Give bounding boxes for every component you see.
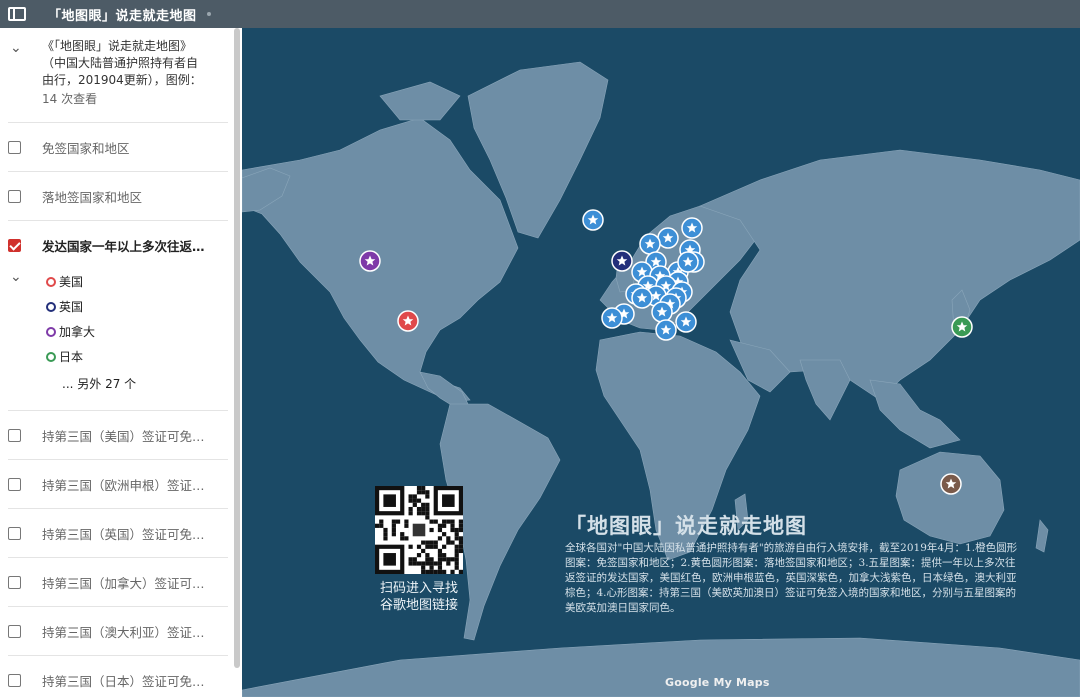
toggle-panel-icon[interactable] — [8, 7, 26, 21]
layer-label: 持第三国（英国）签证可免… — [42, 526, 205, 542]
schengen-star-marker[interactable] — [657, 227, 679, 249]
legend-item-usa[interactable]: 美国 — [0, 269, 242, 294]
layer-checkbox[interactable] — [8, 673, 21, 687]
layer-checkbox[interactable] — [8, 189, 21, 203]
japan-star-marker[interactable] — [951, 316, 973, 338]
canada-star-marker[interactable] — [359, 250, 381, 272]
map-canvas[interactable]: 扫码进入寻找 谷歌地图链接 「地图眼」说走就走地图 全球各国对"中国大陆因私普通… — [242, 28, 1080, 697]
legend-label: 英国 — [59, 300, 84, 314]
schengen-star-marker[interactable] — [639, 233, 661, 255]
description-title: 《「地图眼」说走就走地图》 — [42, 39, 193, 53]
google-my-maps-watermark: Google My Maps — [665, 676, 770, 689]
schengen-star-marker[interactable] — [601, 307, 623, 329]
qr-caption-line-2: 谷歌地图链接 — [379, 598, 458, 613]
layer-label: 持第三国（加拿大）签证可… — [42, 575, 205, 591]
australia-star-marker[interactable] — [940, 473, 962, 495]
legend-item-japan[interactable]: 日本 — [0, 344, 242, 369]
description-line-1: （中国大陆普通护照持有者自 — [42, 56, 199, 70]
schengen-star-marker[interactable] — [651, 301, 673, 323]
layer-label: 免签国家和地区 — [42, 140, 130, 156]
layer-checkbox[interactable] — [8, 140, 21, 154]
layer-visa-on-arrival[interactable]: 落地签国家和地区 — [0, 172, 242, 220]
layer-checkbox[interactable] — [8, 575, 21, 589]
legend-item-uk[interactable]: 英国 — [0, 294, 242, 319]
qr-caption-line-1: 扫码进入寻找 — [379, 581, 458, 596]
purple-circle-icon — [46, 326, 56, 337]
schengen-star-marker[interactable] — [582, 209, 604, 231]
layer-third-country-japan[interactable]: 持第三国（日本）签证可免… — [0, 656, 242, 697]
layer-label: 落地签国家和地区 — [42, 189, 143, 205]
map-title: 「地图眼」说走就走地图 — [48, 8, 197, 24]
legend-label: 美国 — [59, 275, 84, 289]
layer-label: 发达国家一年以上多次往返… — [42, 238, 205, 254]
schengen-star-marker[interactable] — [655, 319, 677, 341]
map-description: ⌄ 《「地图眼」说走就走地图》 （中国大陆普通护照持有者自 由行，201904更… — [0, 28, 242, 122]
layer-developed-countries[interactable]: 发达国家一年以上多次往返… — [0, 221, 242, 269]
qr-code — [375, 486, 463, 574]
layer-visa-free[interactable]: 免签国家和地区 — [0, 123, 242, 171]
menu-dot-icon[interactable] — [206, 12, 211, 16]
map-overlay-title: 「地图眼」说走就走地图 — [565, 513, 807, 538]
legend-sidebar: ⌄ 《「地图眼」说走就走地图》 （中国大陆普通护照持有者自 由行，201904更… — [0, 28, 242, 697]
schengen-star-marker[interactable] — [681, 217, 703, 239]
schengen-star-marker[interactable] — [675, 311, 697, 333]
layer-third-country-australia[interactable]: 持第三国（澳大利亚）签证… — [0, 607, 242, 655]
chevron-down-icon[interactable]: ⌄ — [10, 40, 22, 57]
red-circle-icon — [46, 276, 56, 287]
navy-circle-icon — [46, 301, 56, 312]
qr-code-image — [375, 486, 463, 574]
schengen-star-marker[interactable] — [677, 251, 699, 273]
layer-checkbox-checked[interactable] — [8, 238, 21, 252]
schengen-star-marker[interactable] — [631, 287, 653, 309]
qr-caption: 扫码进入寻找 谷歌地图链接 — [355, 580, 483, 614]
layer-checkbox[interactable] — [8, 526, 21, 540]
top-bar: 「地图眼」说走就走地图 — [0, 0, 1080, 28]
layer-checkbox[interactable] — [8, 624, 21, 638]
map-overlay-description: 全球各国对"中国大陆因私普通护照持有者"的旅游自由行入境安排，截至2019年4月… — [565, 542, 1018, 614]
legend-label: 日本 — [59, 350, 84, 364]
description-line-2: 由行，201904更新），图例： — [42, 73, 202, 87]
layer-label: 持第三国（美国）签证可免… — [42, 428, 205, 444]
green-circle-icon — [46, 351, 56, 362]
layer-checkbox[interactable] — [8, 428, 21, 442]
usa-star-marker[interactable] — [397, 310, 419, 332]
layer-third-country-uk[interactable]: 持第三国（英国）签证可免… — [0, 509, 242, 557]
layer-label: 持第三国（澳大利亚）签证… — [42, 624, 205, 640]
layer-label: 持第三国（日本）签证可免… — [42, 673, 205, 689]
more-items-link[interactable]: ... 另外 27 个 — [0, 369, 242, 404]
layer-label: 持第三国（欧洲申根）签证… — [42, 477, 205, 493]
layer-third-country-canada[interactable]: 持第三国（加拿大）签证可… — [0, 558, 242, 606]
layer-checkbox[interactable] — [8, 477, 21, 491]
legend-label: 加拿大 — [59, 325, 96, 339]
layer-third-country-usa[interactable]: 持第三国（美国）签证可免… — [0, 411, 242, 459]
view-count: 14 次查看 — [42, 92, 98, 106]
layer-legend: ⌄ 美国 英国 加拿大 日本 ... 另外 27 个 — [0, 269, 242, 410]
uk-star-marker[interactable] — [611, 250, 633, 272]
layer-third-country-schengen[interactable]: 持第三国（欧洲申根）签证… — [0, 460, 242, 508]
legend-item-canada[interactable]: 加拿大 — [0, 319, 242, 344]
